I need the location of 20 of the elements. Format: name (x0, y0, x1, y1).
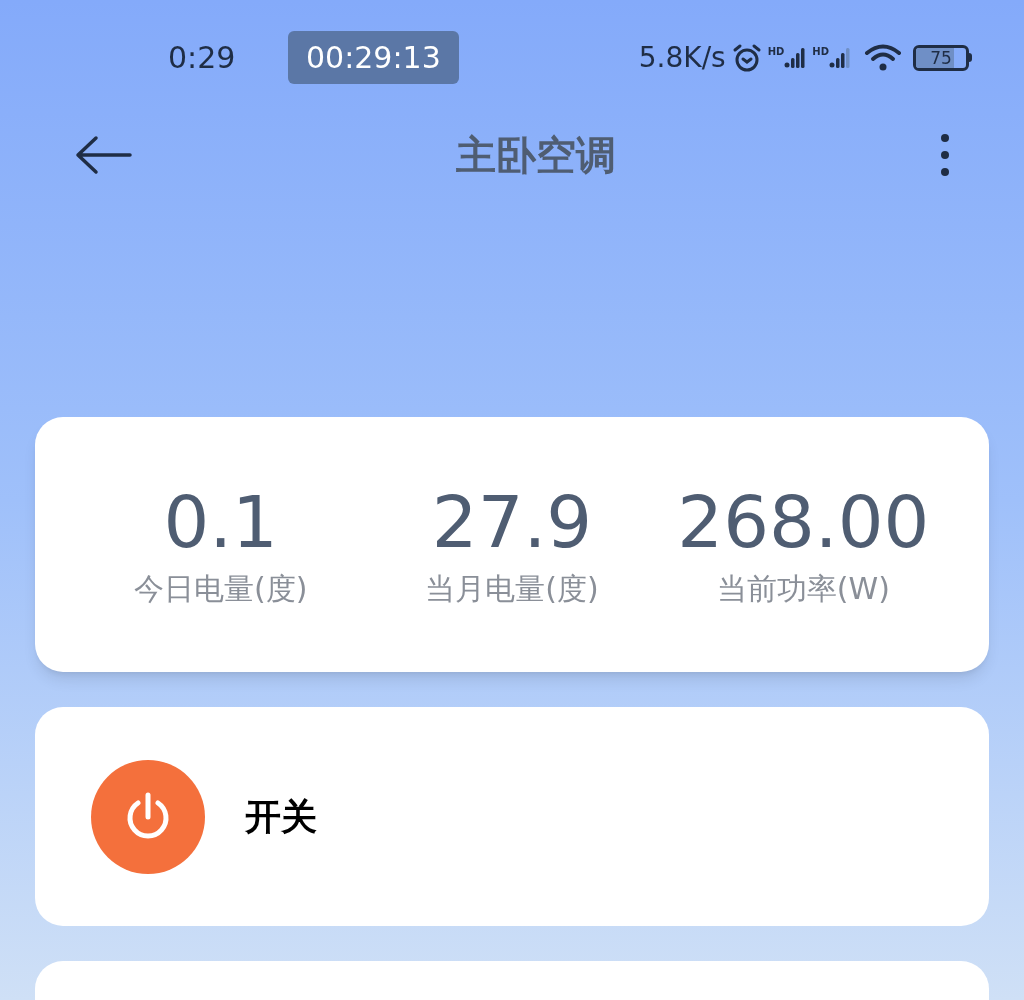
stat-value: 0.1 (163, 479, 278, 567)
network-speed: 5.8K/s (638, 39, 726, 76)
timer-badge: 00:29:13 (288, 31, 459, 85)
hd-label: HD (812, 46, 829, 57)
stat-value: 268.00 (677, 479, 930, 567)
hd-label: HD (767, 46, 785, 57)
signal-icon (784, 46, 807, 69)
battery-level: 75 (929, 47, 953, 68)
stat-label: 当前功率(W) (716, 570, 890, 609)
status-time: 0:29 (168, 39, 237, 78)
signal-icon (829, 46, 851, 69)
wifi-icon (863, 42, 903, 73)
stat-label: 当月电量(度) (425, 570, 599, 609)
page-title: 主卧空调 (455, 130, 617, 180)
more-icon[interactable] (940, 132, 950, 177)
alarm-icon (731, 42, 762, 73)
stat-value: 27.9 (431, 479, 593, 567)
back-arrow-icon[interactable] (74, 134, 132, 175)
control-label: 开关 (245, 794, 317, 839)
stat-label: 今日电量(度) (133, 570, 308, 609)
